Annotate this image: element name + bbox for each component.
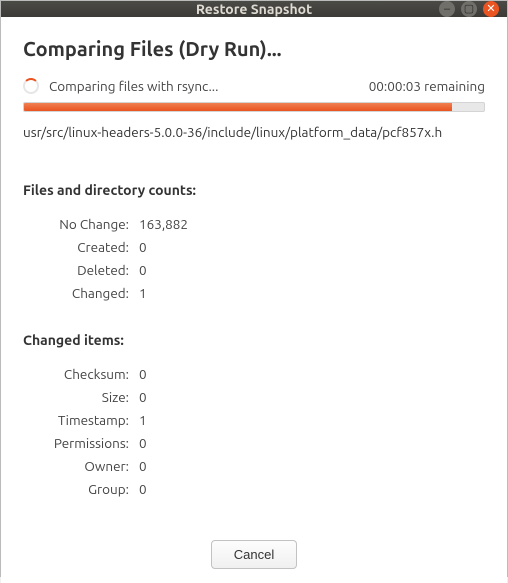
file-counts-title: Files and directory counts:: [23, 182, 485, 198]
restore-snapshot-dialog: Restore Snapshot ‒ ▢ ✕ Comparing Files (…: [0, 0, 508, 577]
status-message: Comparing files with rsync...: [49, 78, 218, 94]
current-file-path: usr/src/linux-headers-5.0.0-36/include/l…: [23, 124, 485, 140]
count-value: 1: [139, 285, 147, 301]
table-row: No Change: 163,882: [23, 212, 485, 235]
count-label: Changed:: [23, 285, 139, 301]
count-label: No Change:: [23, 216, 139, 232]
count-label: Timestamp:: [23, 412, 139, 428]
count-value: 0: [139, 458, 147, 474]
table-row: Checksum: 0: [23, 362, 485, 385]
titlebar: Restore Snapshot ‒ ▢ ✕: [1, 1, 507, 17]
table-row: Deleted: 0: [23, 258, 485, 281]
table-row: Size: 0: [23, 385, 485, 408]
count-label: Owner:: [23, 458, 139, 474]
file-counts-table: No Change: 163,882 Created: 0 Deleted: 0…: [23, 212, 485, 304]
progress-fill: [24, 103, 452, 111]
count-label: Checksum:: [23, 366, 139, 382]
changed-items-table: Checksum: 0 Size: 0 Timestamp: 1 Permiss…: [23, 362, 485, 500]
table-row: Owner: 0: [23, 454, 485, 477]
count-value: 0: [139, 366, 147, 382]
cancel-button[interactable]: Cancel: [211, 540, 297, 569]
spinner-icon: [23, 78, 39, 94]
count-label: Deleted:: [23, 262, 139, 278]
minimize-button[interactable]: ‒: [439, 1, 455, 17]
count-value: 0: [139, 435, 147, 451]
count-label: Group:: [23, 481, 139, 497]
button-row: Cancel: [23, 528, 485, 569]
count-label: Created:: [23, 239, 139, 255]
table-row: Permissions: 0: [23, 431, 485, 454]
changed-items-title: Changed items:: [23, 332, 485, 348]
dialog-content: Comparing Files (Dry Run)... Comparing f…: [1, 17, 507, 583]
count-value: 0: [139, 239, 147, 255]
window-controls: ‒ ▢ ✕: [439, 1, 499, 17]
maximize-button[interactable]: ▢: [461, 1, 477, 17]
count-label: Size:: [23, 389, 139, 405]
count-value: 0: [139, 262, 147, 278]
close-button[interactable]: ✕: [483, 1, 499, 17]
table-row: Changed: 1: [23, 281, 485, 304]
count-value: 1: [139, 412, 147, 428]
table-row: Created: 0: [23, 235, 485, 258]
count-value: 163,882: [139, 216, 188, 232]
time-remaining: 00:00:03 remaining: [369, 78, 485, 94]
table-row: Timestamp: 1: [23, 408, 485, 431]
progress-bar: [23, 102, 485, 112]
count-value: 0: [139, 481, 147, 497]
count-label: Permissions:: [23, 435, 139, 451]
table-row: Group: 0: [23, 477, 485, 500]
count-value: 0: [139, 389, 147, 405]
window-title: Restore Snapshot: [1, 1, 507, 17]
status-row: Comparing files with rsync... 00:00:03 r…: [23, 78, 485, 94]
page-title: Comparing Files (Dry Run)...: [23, 37, 485, 60]
